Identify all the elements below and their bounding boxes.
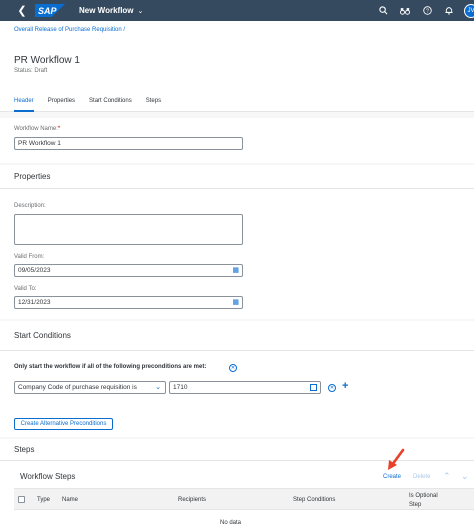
column-is-optional-step[interactable]: Is Optional Step xyxy=(409,492,449,510)
column-name[interactable]: Name xyxy=(62,497,78,503)
tab-header[interactable]: Header xyxy=(14,98,34,112)
remove-precondition-group-icon[interactable]: ✕ xyxy=(229,364,237,372)
valid-to-datepicker[interactable]: 12/31/2023 ▦ xyxy=(14,296,243,309)
column-step-conditions[interactable]: Step Conditions xyxy=(293,497,335,503)
sap-logo[interactable]: SAP xyxy=(35,4,65,17)
workflow-name-label-text: Workflow Name: xyxy=(14,126,58,132)
tab-properties[interactable]: Properties xyxy=(48,98,75,112)
move-down-icon[interactable]: ⌄ xyxy=(461,471,469,482)
notification-icon[interactable] xyxy=(438,0,460,21)
valid-from-label: Valid From: xyxy=(14,254,45,260)
shell-bar: ❮ SAP New Workflow ⌄ ? JV xyxy=(0,0,474,21)
move-up-icon[interactable]: ⌃ xyxy=(443,471,451,482)
avatar[interactable]: JV xyxy=(464,3,474,18)
tab-bar: Header Properties Start Conditions Steps xyxy=(14,98,175,112)
calendar-icon[interactable]: ▦ xyxy=(232,266,239,274)
search-icon[interactable] xyxy=(372,0,394,21)
select-all-checkbox[interactable] xyxy=(18,496,25,503)
steps-title: Steps xyxy=(14,445,35,454)
tab-start-conditions[interactable]: Start Conditions xyxy=(89,98,132,112)
precondition-text: Only start the workflow if all of the fo… xyxy=(14,364,207,370)
start-conditions-title: Start Conditions xyxy=(14,331,71,340)
tab-steps[interactable]: Steps xyxy=(146,98,161,112)
valid-from-value: 09/05/2023 xyxy=(18,267,51,274)
delete-step-button[interactable]: Delete xyxy=(413,474,430,480)
workflow-name-input[interactable]: PR Workflow 1 xyxy=(14,137,243,150)
chevron-down-icon: ⌄ xyxy=(137,7,144,15)
condition-field-select[interactable]: Company Code of purchase requisition is … xyxy=(14,381,166,394)
steps-table-header: Type Name Recipients Step Conditions Is … xyxy=(14,488,474,510)
column-recipients[interactable]: Recipients xyxy=(178,497,206,503)
required-mark: * xyxy=(57,126,61,132)
valid-to-label: Valid To: xyxy=(14,286,37,292)
create-alternative-preconditions-button[interactable]: Create Alternative Preconditions xyxy=(14,418,113,430)
app-title: New Workflow xyxy=(79,6,134,15)
object-header: Overall Release of Purchase Requisition … xyxy=(0,21,474,112)
description-textarea[interactable] xyxy=(14,214,243,245)
steps-table-body: No data xyxy=(0,510,474,530)
workflow-steps-title: Workflow Steps xyxy=(20,472,76,481)
valid-to-value: 12/31/2023 xyxy=(18,299,51,306)
app-title-menu[interactable]: New Workflow ⌄ xyxy=(79,6,143,15)
description-label: Description: xyxy=(14,203,46,209)
workflow-name-label: Workflow Name:* xyxy=(14,126,60,132)
section-divider xyxy=(0,188,474,189)
annotation-arrow xyxy=(388,448,405,470)
properties-title: Properties xyxy=(14,172,51,181)
general-section: Workflow Name:* PR Workflow 1 xyxy=(0,118,474,163)
valid-from-datepicker[interactable]: 09/05/2023 ▦ xyxy=(14,264,243,277)
shell-actions: ? JV xyxy=(372,0,474,21)
column-type[interactable]: Type xyxy=(37,497,50,503)
add-condition-icon[interactable]: + xyxy=(342,380,348,392)
calendar-icon[interactable]: ▦ xyxy=(232,298,239,306)
breadcrumb[interactable]: Overall Release of Purchase Requisition … xyxy=(14,27,125,33)
empty-table-text: No data xyxy=(220,520,242,526)
condition-value-input[interactable]: 1710 xyxy=(169,381,321,394)
page-title: PR Workflow 1 xyxy=(14,55,80,66)
binoculars-icon[interactable] xyxy=(394,0,416,21)
back-icon[interactable]: ❮ xyxy=(15,0,29,21)
start-conditions-section: Start Conditions Only start the workflow… xyxy=(0,321,474,437)
svg-text:?: ? xyxy=(426,9,429,15)
chevron-down-icon: ⌄ xyxy=(155,384,161,391)
remove-condition-icon[interactable]: ✕ xyxy=(328,384,336,392)
condition-value: 1710 xyxy=(173,384,188,391)
properties-section: Properties Description: Valid From: 09/0… xyxy=(0,165,474,319)
value-help-icon[interactable] xyxy=(310,384,317,391)
status-text: Status: Draft xyxy=(14,68,48,74)
create-step-button[interactable]: Create xyxy=(383,474,401,480)
section-divider xyxy=(0,350,474,351)
help-icon[interactable]: ? xyxy=(416,0,438,21)
condition-field-value: Company Code of purchase requisition is xyxy=(18,384,137,391)
